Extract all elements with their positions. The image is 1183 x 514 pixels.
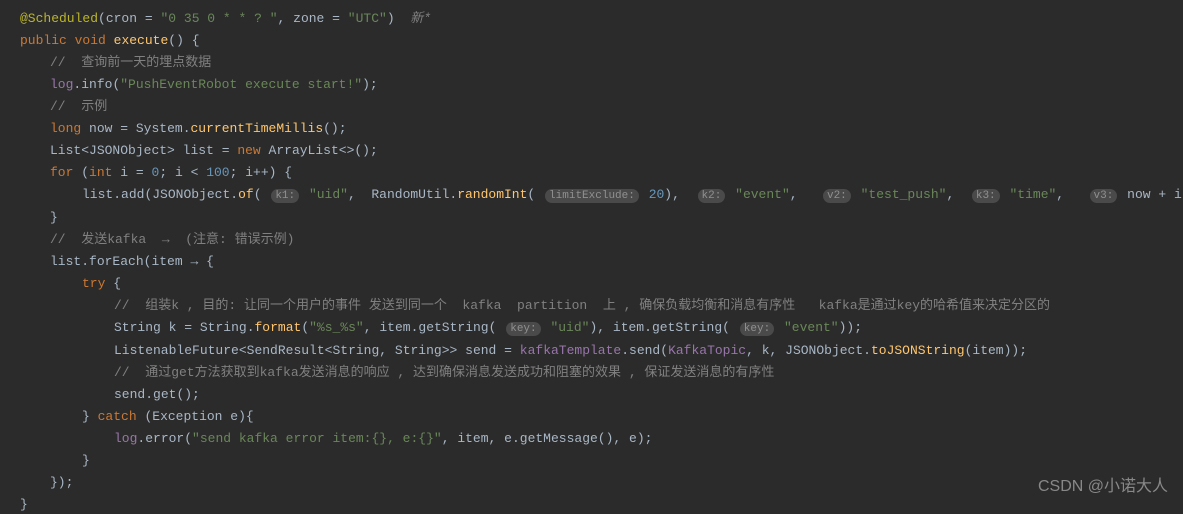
code-line: ListenableFuture<SendResult<String, Stri…: [0, 340, 1183, 362]
code-line: }: [0, 207, 1183, 229]
code-line: // 组装k , 目的: 让同一个用户的事件 发送到同一个 kafka part…: [0, 295, 1183, 317]
code-line: list.forEach(item → {: [0, 251, 1183, 273]
code-line: list.add(JSONObject.of( k1: "uid", Rando…: [0, 184, 1183, 207]
code-line: @Scheduled(cron = "0 35 0 * * ? ", zone …: [0, 8, 1183, 30]
code-line: public void execute() {: [0, 30, 1183, 52]
code-line: String k = String.format("%s_%s", item.g…: [0, 317, 1183, 340]
code-line: List<JSONObject> list = new ArrayList<>(…: [0, 140, 1183, 162]
watermark-text: CSDN @小诺大人: [1038, 476, 1168, 498]
code-line: // 查询前一天的埋点数据: [0, 52, 1183, 74]
code-line: for (int i = 0; i < 100; i++) {: [0, 162, 1183, 184]
code-line: }: [0, 450, 1183, 472]
code-editor[interactable]: @Scheduled(cron = "0 35 0 * * ? ", zone …: [0, 8, 1183, 514]
code-line: } catch (Exception e){: [0, 406, 1183, 428]
code-line: }: [0, 494, 1183, 514]
code-line: // 通过get方法获取到kafka发送消息的响应 , 达到确保消息发送成功和阻…: [0, 362, 1183, 384]
code-line: log.info("PushEventRobot execute start!"…: [0, 74, 1183, 96]
code-line: try {: [0, 273, 1183, 295]
code-line: // 发送kafka → (注意: 错误示例): [0, 229, 1183, 251]
code-line: });: [0, 472, 1183, 494]
code-line: // 示例: [0, 96, 1183, 118]
code-line: long now = System.currentTimeMillis();: [0, 118, 1183, 140]
code-line: log.error("send kafka error item:{}, e:{…: [0, 428, 1183, 450]
code-line: send.get();: [0, 384, 1183, 406]
